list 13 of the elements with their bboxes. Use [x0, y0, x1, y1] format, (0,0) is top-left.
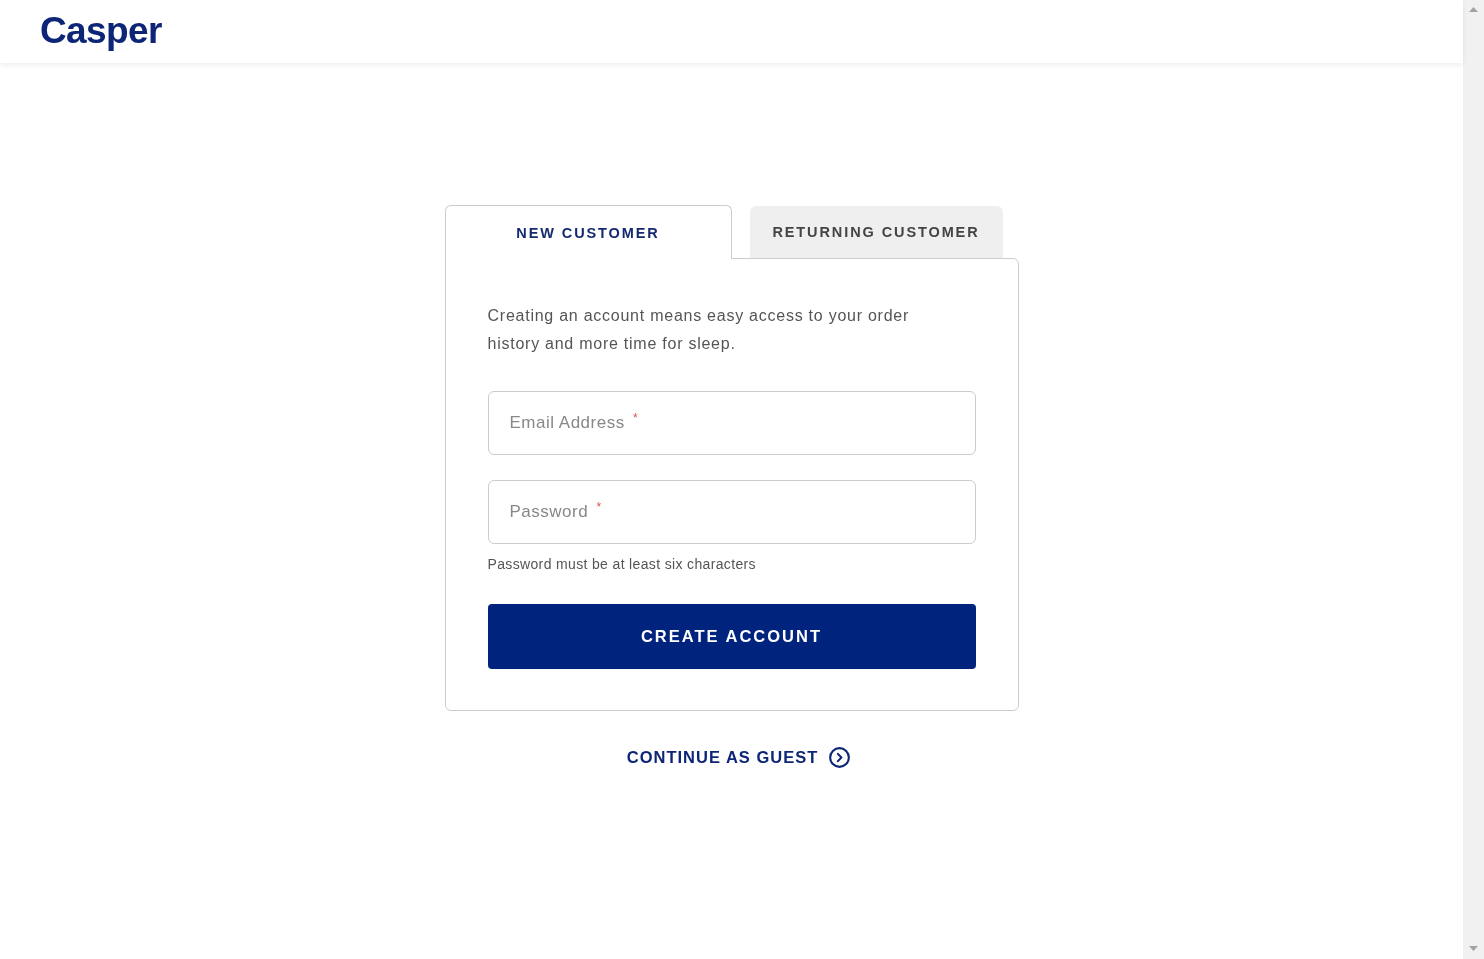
hint-text: Password must be at least six characters [487, 556, 757, 572]
up-arrow-icon[interactable] [1469, 7, 1478, 12]
scrollbar[interactable] [1463, 0, 1484, 959]
down-arrow-icon[interactable] [1469, 946, 1478, 951]
description-text: Creating an account means easy access to your order history and more time for sleep. [487, 306, 911, 354]
email-field[interactable]: Email Address $^{*}$ [487, 391, 976, 455]
create-account-button[interactable]: CREATE ACCOUNT [487, 604, 976, 669]
brand-logo[interactable]: Casper [40, 9, 162, 52]
chevron-circle-icon [829, 746, 851, 768]
tab[interactable]: RETURNING CUSTOMER [749, 206, 1003, 258]
guest-link[interactable]: CONTINUE AS GUEST [626, 745, 851, 769]
password-field[interactable]: Password $^{*}$ [487, 480, 976, 544]
tab[interactable]: NEW CUSTOMER [444, 205, 732, 259]
